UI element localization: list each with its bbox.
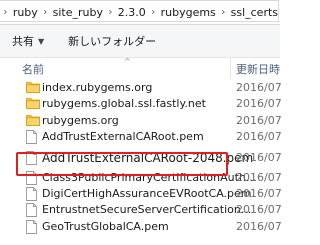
file-name: rubygems.global.ssl.fastly.net <box>42 97 206 111</box>
file-date: 2016/07 <box>236 219 282 233</box>
file-row[interactable]: AddTrustExternalCARoot.pem 2016/07 <box>0 129 282 145</box>
new-folder-button[interactable]: 新しいフォルダー <box>62 29 162 53</box>
file-row[interactable]: EntrustnetSecureServerCertification... 20… <box>0 202 282 218</box>
file-row[interactable]: GeoTrustGlobalCA.pem 2016/07 <box>0 219 282 235</box>
address-bar[interactable]: › ruby › site_ruby › 2.3.0 › rubygems › … <box>0 0 280 25</box>
breadcrumb-ruby[interactable]: ruby <box>11 6 40 19</box>
sort-up-icon: ^ <box>124 57 131 66</box>
breadcrumb-chevron-icon[interactable]: › <box>40 7 51 18</box>
folder-icon <box>26 81 40 95</box>
column-header-row: ^ 名前 更新日時 <box>0 57 280 78</box>
breadcrumb-version[interactable]: 2.3.0 <box>116 6 148 19</box>
file-date: 2016/07 <box>236 170 282 184</box>
file-name: index.rubygems.org <box>42 81 153 94</box>
file-date: 2016/07 <box>236 81 282 94</box>
breadcrumb-chevron-icon[interactable]: › <box>218 7 229 18</box>
file-icon <box>26 203 38 218</box>
file-name: DigiCertHighAssuranceEVRootCA.pem <box>42 186 252 200</box>
new-folder-label: 新しいフォルダー <box>68 35 157 48</box>
file-date: 2016/07 <box>236 130 282 144</box>
folder-row[interactable]: rubygems.org 2016/07 <box>0 113 282 129</box>
file-icon <box>26 130 38 145</box>
file-icon <box>26 187 38 201</box>
file-date: 2016/07 <box>236 203 282 217</box>
command-bar: 共有 ▼ 新しいフォルダー <box>0 25 280 58</box>
file-date: 2016/07 <box>236 113 282 127</box>
column-header-date[interactable]: 更新日時 <box>236 61 280 77</box>
file-row[interactable]: DigiCertHighAssuranceEVRootCA.pem 2016/07 <box>0 186 282 202</box>
file-name: rubygems.org <box>42 113 119 127</box>
folder-icon <box>26 114 40 128</box>
highlight-box <box>16 152 228 176</box>
folder-row[interactable]: index.rubygems.org 2016/07 <box>0 80 282 96</box>
breadcrumb-ssl-certs[interactable]: ssl_certs <box>229 6 280 19</box>
file-name: EntrustnetSecureServerCertification... <box>42 203 252 217</box>
column-header-name[interactable]: 名前 <box>22 61 44 77</box>
folder-row[interactable]: rubygems.global.ssl.fastly.net 2016/07 <box>0 96 282 112</box>
file-name: GeoTrustGlobalCA.pem <box>42 219 169 233</box>
folder-icon <box>26 97 40 111</box>
breadcrumb-site-ruby[interactable]: site_ruby <box>51 6 105 19</box>
breadcrumb-chevron-icon[interactable]: › <box>148 7 159 18</box>
breadcrumb-chevron-icon[interactable]: › <box>105 7 116 18</box>
share-label: 共有 <box>12 35 34 48</box>
file-date: 2016/07 <box>236 186 282 200</box>
breadcrumb-rubygems[interactable]: rubygems <box>159 6 218 19</box>
file-name: AddTrustExternalCARoot.pem <box>42 130 204 144</box>
file-date: 2016/07 <box>236 97 282 111</box>
chevron-down-icon: ▼ <box>38 36 45 46</box>
column-divider[interactable] <box>230 58 231 78</box>
breadcrumb-chevron-icon[interactable]: › <box>0 7 11 18</box>
file-icon <box>26 219 38 234</box>
file-date: 2016/07 <box>236 150 282 164</box>
share-button[interactable]: 共有 ▼ <box>6 29 50 53</box>
